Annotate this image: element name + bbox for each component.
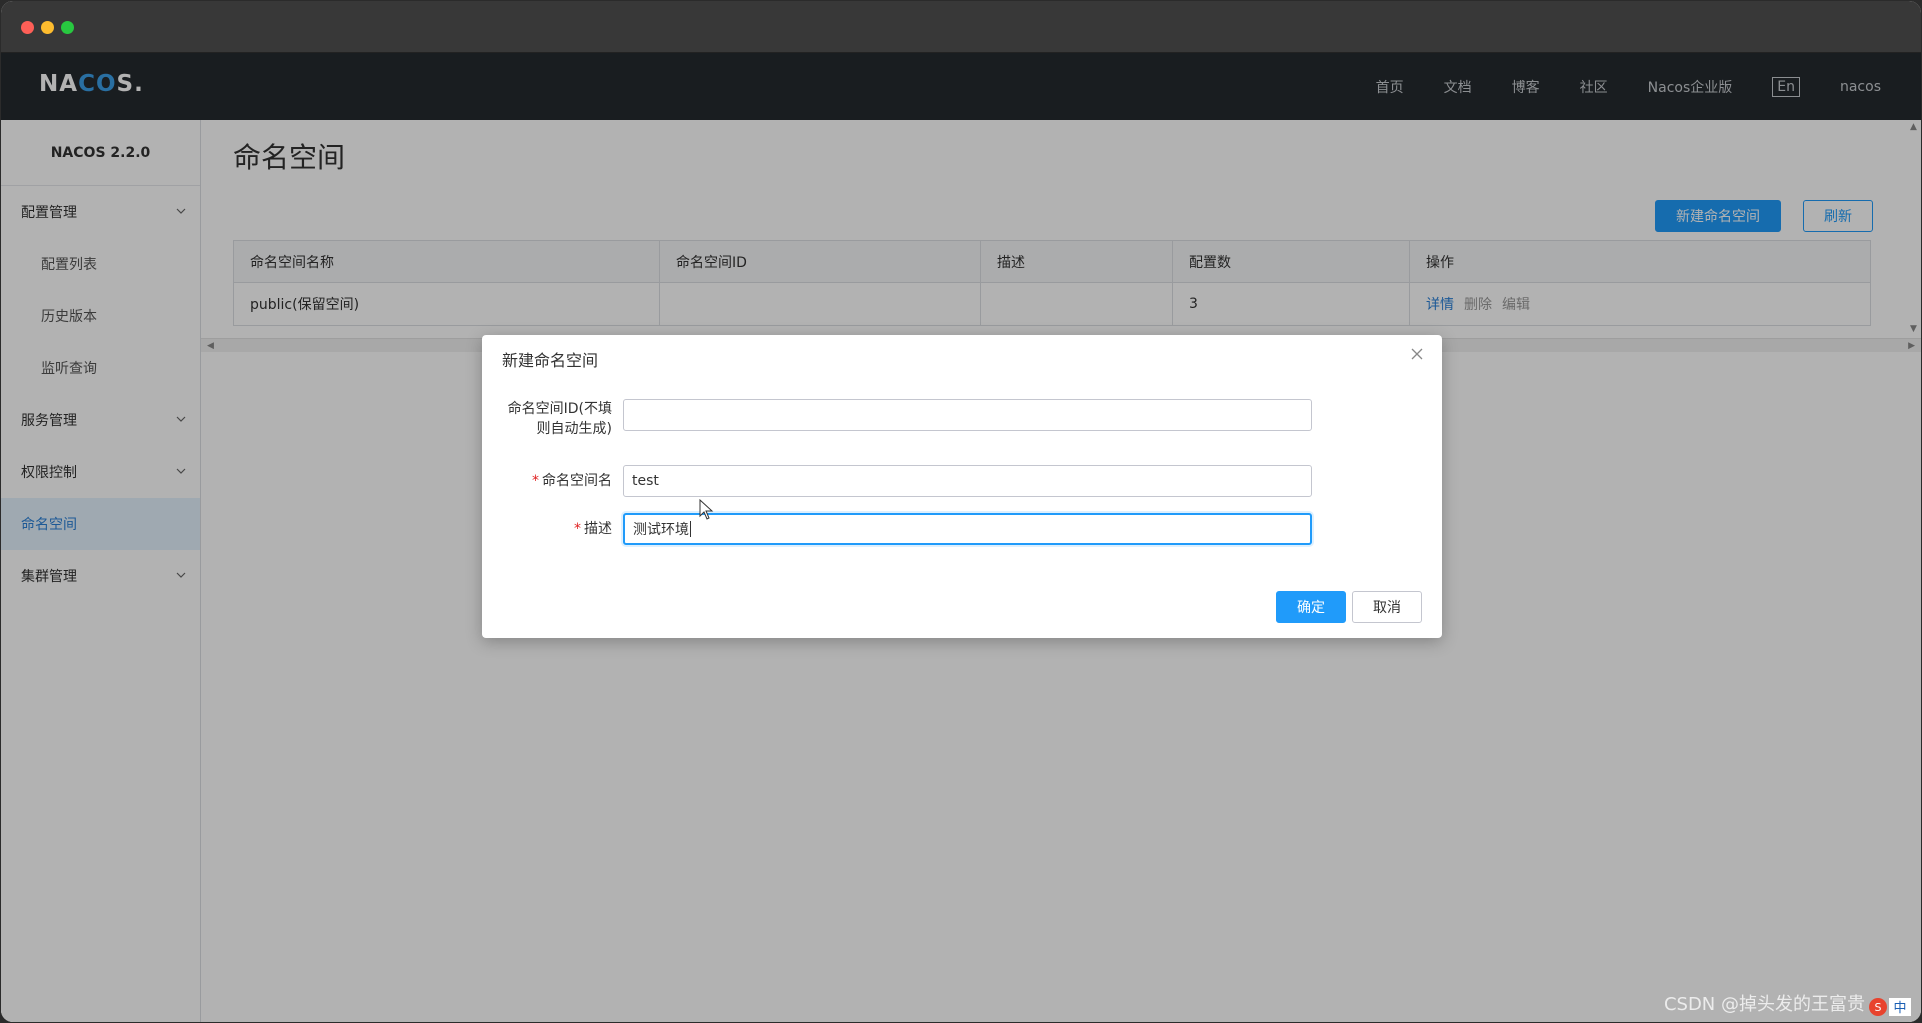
namespace-id-label: 命名空间ID(不填 则自动生成) xyxy=(507,401,612,437)
description-label: * 描述 xyxy=(574,521,612,537)
required-marker: * xyxy=(532,473,539,489)
svg-text:中: 中 xyxy=(1893,1001,1906,1016)
description-input[interactable]: 测试环境 xyxy=(623,513,1312,545)
namespace-name-label: * 命名空间名 xyxy=(532,473,612,489)
namespace-name-input[interactable]: test xyxy=(623,465,1312,497)
close-window-button[interactable] xyxy=(21,21,34,34)
window-titlebar xyxy=(1,1,1921,53)
cancel-button[interactable]: 取消 xyxy=(1352,591,1422,623)
new-namespace-dialog: 新建命名空间 命名空间ID(不填 则自动生成) * 命名空间名 test * 描述 … xyxy=(482,335,1442,638)
text-caret xyxy=(690,521,691,537)
mouse-cursor-icon xyxy=(699,499,714,520)
dialog-title: 新建命名空间 xyxy=(502,351,599,370)
required-marker: * xyxy=(574,521,581,537)
watermark: CSDN @掉头发的王富贵 xyxy=(1663,994,1865,1015)
namespace-id-input[interactable] xyxy=(623,399,1312,431)
minimize-window-button[interactable] xyxy=(41,21,54,34)
description-input-value: 测试环境 xyxy=(633,522,689,538)
ime-indicator-icon: S 中 xyxy=(1869,998,1911,1016)
maximize-window-button[interactable] xyxy=(61,21,74,34)
browser-window: NACOS. 首页 文档 博客 社区 Nacos企业版 En nacos NAC… xyxy=(1,1,1921,1022)
svg-text:S: S xyxy=(1875,1001,1882,1014)
confirm-button[interactable]: 确定 xyxy=(1276,591,1346,623)
close-icon[interactable] xyxy=(1410,347,1424,361)
